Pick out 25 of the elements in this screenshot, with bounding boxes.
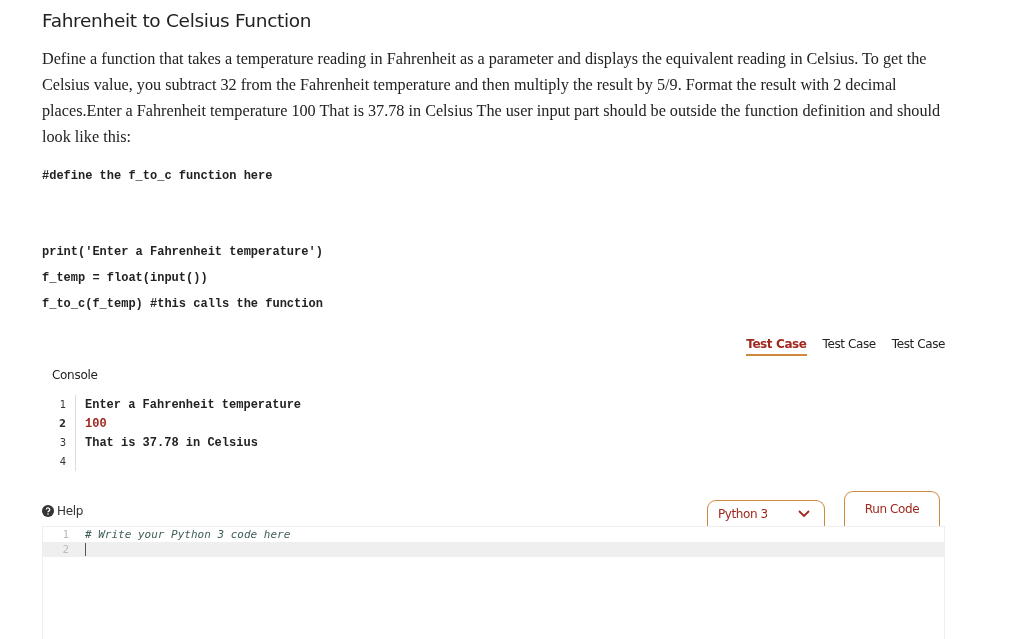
line-number: 3: [52, 433, 76, 452]
run-code-button[interactable]: Run Code: [844, 491, 940, 526]
test-case-tab[interactable]: Test Case: [891, 337, 945, 356]
help-icon: [42, 505, 54, 517]
line-number: 4: [52, 452, 76, 471]
test-case-tab[interactable]: Test Case: [822, 337, 876, 356]
code-line: f_to_c(f_temp) #this calls the function: [42, 296, 324, 313]
chevron-down-icon: [798, 509, 810, 518]
line-number: 1: [52, 395, 76, 414]
console-output: 100: [84, 416, 107, 431]
console-output: That is 37.78 in Celsius: [84, 435, 258, 450]
page-title: Fahrenheit to Celsius Function: [42, 10, 313, 31]
help-link[interactable]: Help: [42, 504, 84, 518]
code-comment: # Write your Python 3 code here: [85, 528, 291, 541]
code-line: #define the f_to_c function here: [42, 168, 274, 185]
text-cursor: [85, 543, 86, 556]
console-label: Console: [52, 368, 99, 382]
line-number: 2: [52, 414, 76, 433]
language-dropdown[interactable]: Python 3: [707, 500, 825, 526]
description-text: Define a function that takes a temperature reading in Fahrenheit as a parameter and displays the equivalent reading in Celsius. To get the Celsius value, you subtract 32 from the Fahrenheit temperature and then multiply the result by 5/9. Format the result with 2 decimal places.Enter a Fahrenheit temperature 100 That is 37.78 in Celsius The user input part should be outside the function definition and should look like this:: [42, 49, 942, 148]
line-number: 1: [61, 528, 70, 541]
code-line: print('Enter a Fahrenheit temperature'): [42, 244, 324, 261]
test-case-tab[interactable]: Test Case: [746, 337, 807, 356]
code-line: f_temp = float(input()): [42, 270, 209, 287]
console-output: Enter a Fahrenheit temperature: [84, 397, 302, 412]
